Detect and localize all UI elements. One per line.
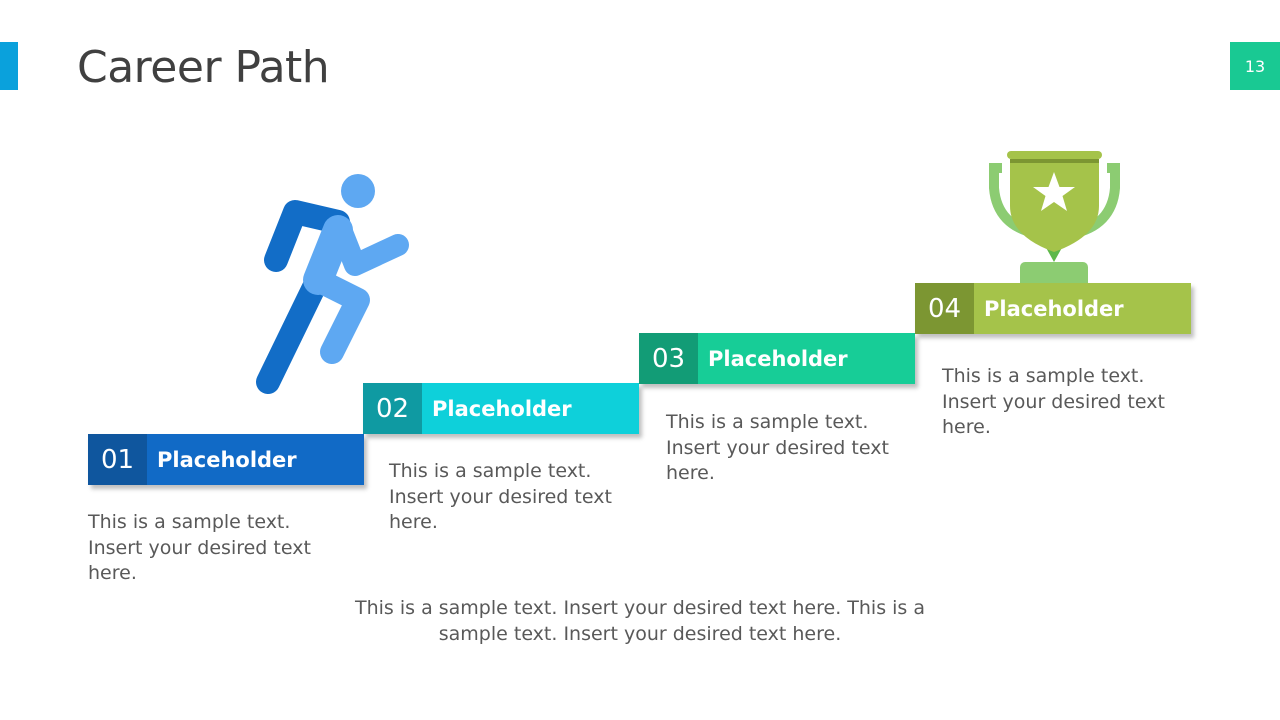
step-03-bar: 03 Placeholder: [639, 333, 915, 384]
step-label: Placeholder: [974, 283, 1191, 334]
step-number: 04: [915, 283, 974, 334]
page-number-badge: 13: [1230, 42, 1280, 90]
step-01-bar: 01 Placeholder: [88, 434, 364, 485]
step-label: Placeholder: [422, 383, 639, 434]
step-02-bar: 02 Placeholder: [363, 383, 639, 434]
step-number: 01: [88, 434, 147, 485]
step-number: 02: [363, 383, 422, 434]
step-04-description: This is a sample text. Insert your desir…: [942, 365, 1165, 438]
step-04-bar: 04 Placeholder: [915, 283, 1191, 334]
trophy-star-icon: [989, 151, 1120, 288]
step-01-description: This is a sample text. Insert your desir…: [88, 511, 311, 584]
step-number: 03: [639, 333, 698, 384]
step-02-description: This is a sample text. Insert your desir…: [389, 460, 612, 533]
step-label: Placeholder: [147, 434, 364, 485]
step-03-description: This is a sample text. Insert your desir…: [666, 411, 889, 484]
title-accent-bar: [0, 42, 18, 90]
step-label: Placeholder: [698, 333, 915, 384]
running-person-icon: [256, 174, 409, 394]
footer-description: This is a sample text. Insert your desir…: [354, 597, 926, 645]
slide-title: Career Path: [77, 42, 330, 93]
